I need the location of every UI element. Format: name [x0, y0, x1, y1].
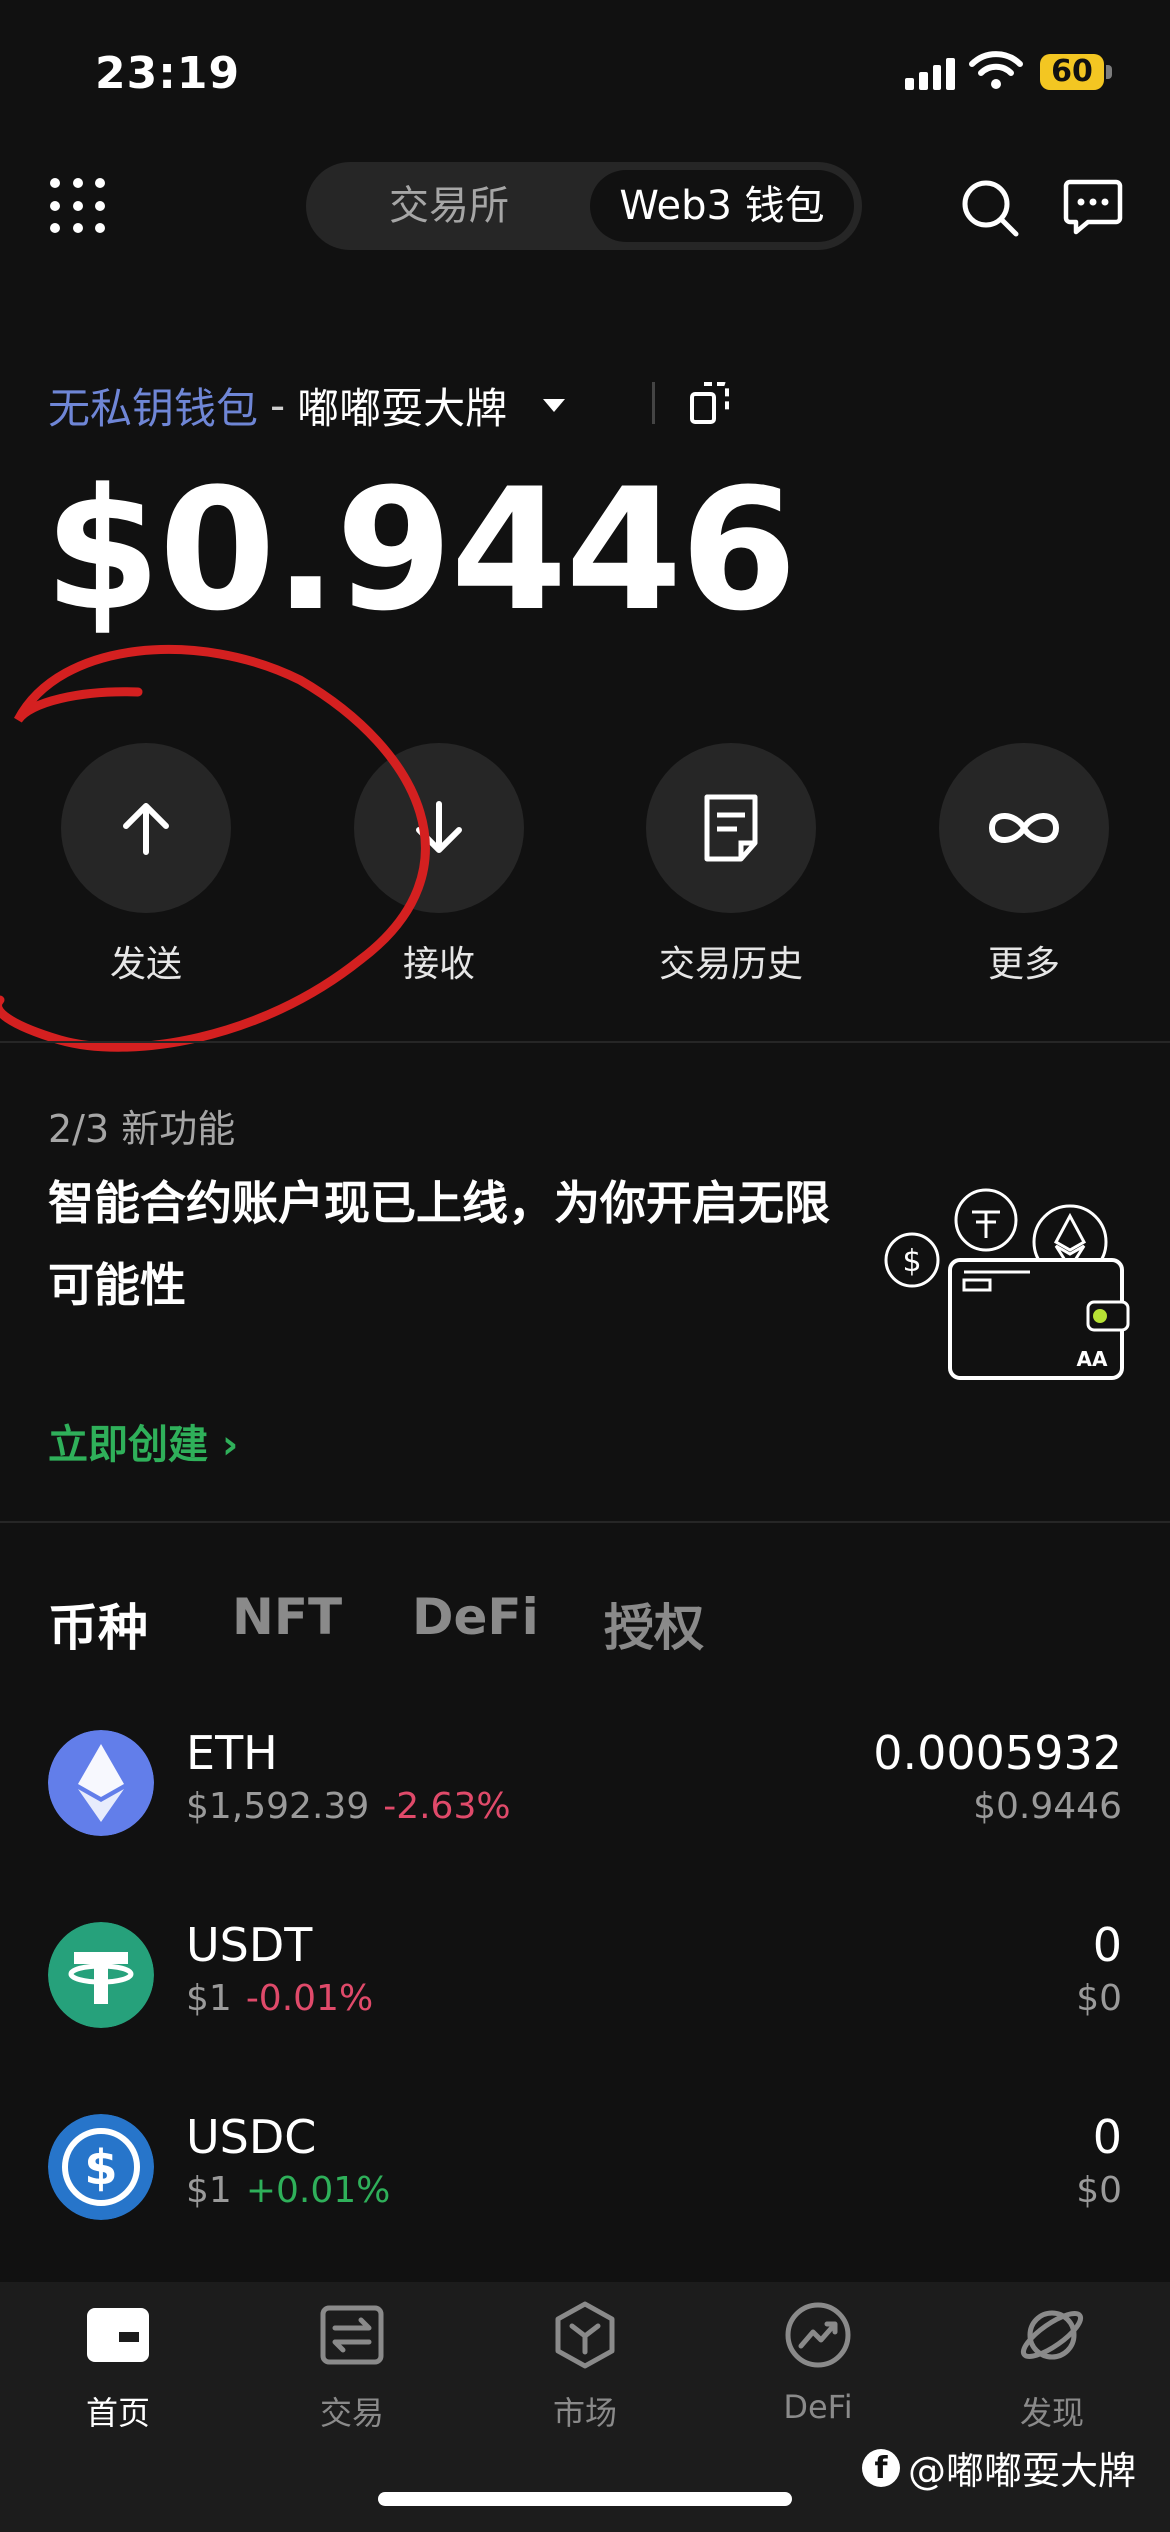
defi-chart-icon [785, 2302, 851, 2368]
arrow-down-icon [354, 743, 524, 913]
asset-change: -0.01% [245, 1978, 374, 2019]
total-balance: $0.9446 [44, 452, 797, 648]
tab-nft[interactable]: NFT [232, 1588, 342, 1646]
nav-discover[interactable]: 发现 [972, 2300, 1132, 2434]
asset-price: $1 [186, 2170, 232, 2211]
nav-defi[interactable]: DeFi [738, 2300, 898, 2426]
arrow-up-icon [61, 743, 231, 913]
asset-symbol: USDC [186, 2110, 317, 2164]
nav-label: 首页 [85, 2394, 150, 2432]
history-label: 交易历史 [658, 944, 803, 985]
promo-text: 智能合约账户现已上线，为你开启无限可能性 [48, 1176, 830, 1312]
asset-row-usdc[interactable]: $ USDC $1 +0.01% 0 $0 [0, 2096, 1170, 2246]
asset-row-usdt[interactable]: USDT $1 -0.01% 0 $0 [0, 1904, 1170, 2054]
tab-exchange[interactable]: 交易所 [314, 170, 584, 242]
home-indicator [378, 2492, 792, 2506]
wallet-selector[interactable]: 无私钥钱包 - 嘟嘟耍大牌 [48, 375, 566, 435]
apps-grid-icon[interactable] [50, 178, 108, 236]
send-button[interactable]: 发送 [61, 743, 231, 987]
history-button[interactable]: 交易历史 [646, 743, 816, 987]
mode-switch: 交易所 Web3 钱包 [306, 162, 862, 250]
watermark: f @嘟嘟耍大牌 [862, 2440, 1136, 2495]
tab-approvals[interactable]: 授权 [604, 1588, 704, 1660]
usdc-icon: $ [48, 2114, 154, 2220]
promo-step: 2/3 新功能 [48, 1107, 236, 1151]
asset-value: $0.9446 [973, 1786, 1122, 1827]
asset-price-line: $1,592.39 -2.63% [186, 1786, 511, 1827]
asset-value: $0 [1076, 1978, 1122, 2019]
tab-tokens[interactable]: 币种 [48, 1588, 148, 1660]
create-now-link[interactable]: 立即创建 › [48, 1412, 238, 1470]
receive-label: 接收 [402, 944, 475, 985]
nav-label: 市场 [552, 2394, 617, 2432]
nav-home[interactable]: 首页 [38, 2300, 198, 2434]
watermark-text: @嘟嘟耍大牌 [908, 2449, 1137, 2493]
smart-wallet-illustration: $ AA [884, 1188, 1130, 1380]
asset-row-eth[interactable]: ETH $1,592.39 -2.63% 0.0005932 $0.9446 [0, 1712, 1170, 1862]
asset-price-line: $1 +0.01% [186, 2170, 390, 2211]
send-label: 发送 [109, 944, 182, 985]
asset-price-line: $1 -0.01% [186, 1978, 373, 2019]
section-divider [0, 1041, 1170, 1043]
cellular-signal-icon [905, 54, 955, 90]
svg-text:$: $ [902, 1244, 921, 1279]
receive-button[interactable]: 接收 [354, 743, 524, 987]
more-label: 更多 [987, 944, 1060, 985]
message-icon[interactable] [1062, 176, 1124, 238]
svg-text:$: $ [84, 2140, 117, 2196]
asset-change: -2.63% [383, 1786, 511, 1827]
asset-symbol: USDT [186, 1918, 313, 1972]
asset-symbol: ETH [186, 1726, 278, 1780]
status-time: 23:19 [95, 48, 241, 99]
planet-icon [1020, 2310, 1084, 2360]
wifi-icon [969, 51, 1023, 89]
battery-tip [1106, 65, 1112, 79]
market-cube-icon [555, 2301, 615, 2369]
asset-amount: 0.0005932 [873, 1726, 1122, 1780]
asset-amount: 0 [1092, 1918, 1122, 1972]
wallet-separator: - [270, 380, 286, 430]
facebook-icon: f [862, 2448, 900, 2487]
nav-market[interactable]: 市场 [505, 2300, 665, 2434]
swap-icon [320, 2305, 384, 2365]
tab-web3-wallet[interactable]: Web3 钱包 [590, 170, 854, 242]
document-icon [646, 743, 816, 913]
copy-icon[interactable] [688, 378, 732, 428]
divider [652, 382, 655, 424]
nav-label: 交易 [319, 2394, 384, 2432]
asset-value: $0 [1076, 2170, 1122, 2211]
usdt-icon [48, 1922, 154, 2028]
home-icon [87, 2308, 149, 2362]
wallet-type: 无私钥钱包 [48, 383, 259, 433]
asset-price: $1 [186, 1978, 232, 2019]
wallet-name: 嘟嘟耍大牌 [297, 383, 508, 433]
battery-indicator: 60 [1040, 54, 1104, 90]
asset-change: +0.01% [245, 2170, 391, 2211]
promo-art-badge: AA [1077, 1347, 1108, 1371]
nav-label: 发现 [1019, 2394, 1084, 2432]
search-icon[interactable] [958, 176, 1022, 240]
nav-label: DeFi [783, 2388, 853, 2426]
asset-price: $1,592.39 [186, 1786, 370, 1827]
section-divider [0, 1521, 1170, 1523]
more-button[interactable]: 更多 [939, 743, 1109, 987]
infinity-icon [939, 743, 1109, 913]
caret-down-icon [543, 398, 566, 412]
eth-icon [48, 1730, 154, 1836]
tab-defi[interactable]: DeFi [412, 1588, 539, 1646]
nav-trade[interactable]: 交易 [272, 2300, 432, 2434]
asset-amount: 0 [1092, 2110, 1122, 2164]
